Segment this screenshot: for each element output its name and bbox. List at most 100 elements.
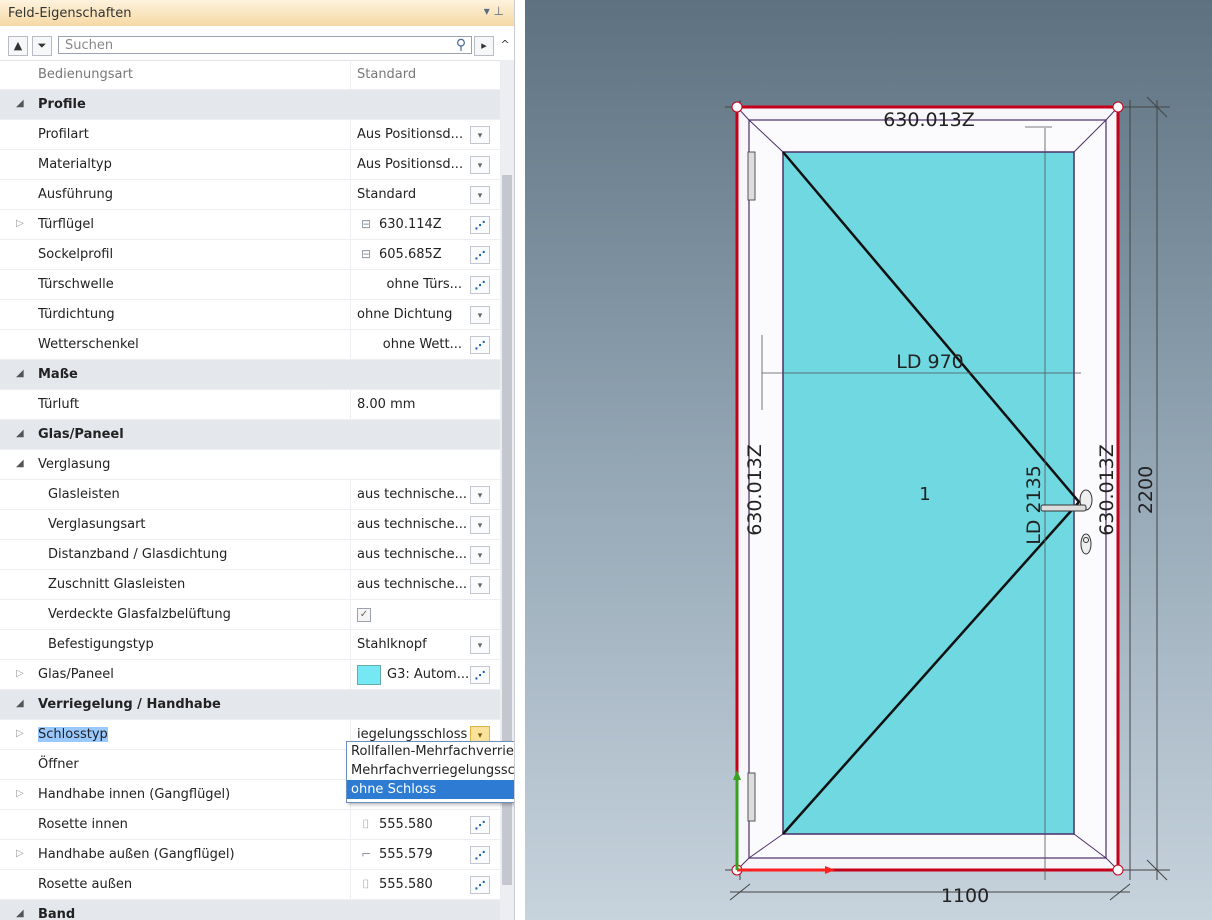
property-name: Maße <box>38 367 78 382</box>
property-row[interactable]: Rosette außen ⌷ 555.580 ⋰ <box>0 870 500 900</box>
picker-button[interactable]: ⋰ <box>470 336 490 354</box>
property-row[interactable]: Türschwelle ohne Türs... ⋰ <box>0 270 500 300</box>
dropdown-option[interactable]: Rollfallen-Mehrfachverriegelungschloss <box>347 742 514 761</box>
property-row[interactable]: Türdichtung ohne Dichtung ▾ <box>0 300 500 330</box>
property-value[interactable]: aus technische... <box>350 480 470 509</box>
picker-button[interactable]: ⋰ <box>470 876 490 894</box>
property-row[interactable]: Zuschnitt Glasleisten aus technische... ▾ <box>0 570 500 600</box>
property-row[interactable]: Ausführung Standard ▾ <box>0 180 500 210</box>
dropdown-option[interactable]: ohne Schloss <box>347 780 514 799</box>
handle-icon: ⌐ <box>360 847 372 861</box>
filter-icon[interactable]: ⏷ <box>32 36 52 56</box>
picker-button[interactable]: ⋰ <box>470 276 490 294</box>
glass-color-swatch <box>357 664 381 685</box>
schlosstyp-dropdown[interactable]: Rollfallen-MehrfachverriegelungschlossMe… <box>346 741 514 803</box>
dropdown-button[interactable]: ▾ <box>470 486 490 504</box>
picker-button[interactable]: ⋰ <box>470 246 490 264</box>
property-value[interactable]: ohne Türs... <box>350 270 470 299</box>
picker-button[interactable]: ⋰ <box>470 816 490 834</box>
expand-icon[interactable]: ▷ <box>16 668 24 679</box>
property-value[interactable]: G3: Autom... <box>350 660 470 689</box>
property-value[interactable]: ✓ <box>350 600 470 629</box>
property-value[interactable]: ⌷ 555.580 <box>350 870 470 899</box>
dropdown-option[interactable]: Mehrfachverriegelungsschloss <box>347 761 514 780</box>
drawing-canvas[interactable]: 630.013Z LD 970 1 1100 630.013Z 630.013Z… <box>525 0 1212 920</box>
search-input[interactable]: Suchen <box>58 36 472 54</box>
property-value[interactable]: aus technische... <box>350 570 470 599</box>
ld-width-label: LD 970 <box>896 351 964 373</box>
picker-button[interactable]: ⋰ <box>470 846 490 864</box>
property-row[interactable]: Sockelprofil ⊟ 605.685Z ⋰ <box>0 240 500 270</box>
property-row[interactable]: ▷ Handhabe außen (Gangflügel) ⌐ 555.579 ⋰ <box>0 840 500 870</box>
property-value[interactable]: ⊟ 630.114Z <box>350 210 470 239</box>
picker-button[interactable]: ⋰ <box>470 666 490 684</box>
property-name: Handhabe innen (Gangflügel) <box>38 787 231 802</box>
collapse-icon[interactable]: ◢ <box>16 368 24 379</box>
property-name: Wetterschenkel <box>38 337 139 352</box>
property-row[interactable]: Materialtyp Aus Positionsd... ▾ <box>0 150 500 180</box>
property-value[interactable]: ⌐ 555.579 <box>350 840 470 869</box>
property-row[interactable]: Verdeckte Glasfalzbelüftung ✓ <box>0 600 500 630</box>
collapse-icon[interactable]: ◢ <box>16 428 24 439</box>
expand-icon[interactable]: ▷ <box>16 218 24 229</box>
category-row[interactable]: ◢ Maße <box>0 360 500 390</box>
collapse-all-button[interactable]: ▲ <box>8 36 28 56</box>
property-row[interactable]: Türluft 8.00 mm <box>0 390 500 420</box>
property-value[interactable]: ohne Wett... <box>350 330 470 359</box>
picker-button[interactable]: ⋰ <box>470 216 490 234</box>
property-name: Verglasungsart <box>48 517 146 532</box>
property-row[interactable]: Profilart Aus Positionsd... ▾ <box>0 120 500 150</box>
property-value[interactable]: Standard <box>350 60 470 89</box>
property-row[interactable]: Glasleisten aus technische... ▾ <box>0 480 500 510</box>
property-row[interactable]: Befestigungstyp Stahlknopf ▾ <box>0 630 500 660</box>
dropdown-button[interactable]: ▾ <box>470 126 490 144</box>
collapse-icon[interactable]: ◢ <box>16 98 24 109</box>
collapse-icon[interactable]: ◢ <box>16 908 24 919</box>
dropdown-button[interactable]: ▾ <box>470 636 490 654</box>
search-next-button[interactable]: ▸ <box>474 36 494 56</box>
property-row[interactable]: ▷ Türflügel ⊟ 630.114Z ⋰ <box>0 210 500 240</box>
collapse-icon[interactable]: ◢ <box>16 698 24 709</box>
scroll-up-icon[interactable]: ^ <box>496 36 514 54</box>
expand-icon[interactable]: ▷ <box>16 728 24 739</box>
category-row[interactable]: ◢ Verriegelung / Handhabe <box>0 690 500 720</box>
dropdown-button[interactable]: ▾ <box>470 576 490 594</box>
category-row[interactable]: ◢ Band <box>0 900 500 920</box>
dropdown-button[interactable]: ▾ <box>470 156 490 174</box>
property-value[interactable]: Standard <box>350 180 470 209</box>
property-row[interactable]: ◢ Verglasung <box>0 450 500 480</box>
dropdown-button[interactable]: ▾ <box>470 186 490 204</box>
expand-icon[interactable]: ▷ <box>16 848 24 859</box>
property-row[interactable]: Verglasungsart aus technische... ▾ <box>0 510 500 540</box>
property-name: Profile <box>38 97 86 112</box>
property-row[interactable]: ▷ Glas/Paneel G3: Autom... ⋰ <box>0 660 500 690</box>
property-value-text: iegelungsschloss <box>357 727 468 742</box>
dropdown-button[interactable]: ▾ <box>470 546 490 564</box>
property-row[interactable]: Distanzband / Glasdichtung aus technische… <box>0 540 500 570</box>
category-row[interactable]: ◢ Profile <box>0 90 500 120</box>
search-icon[interactable]: ⚲ <box>452 36 470 54</box>
property-value[interactable]: ohne Dichtung <box>350 300 470 329</box>
property-name: Türflügel <box>38 217 95 232</box>
profile-icon: ⊟ <box>360 217 372 231</box>
property-name: Türdichtung <box>38 307 115 322</box>
category-row[interactable]: ◢ Glas/Paneel <box>0 420 500 450</box>
property-value[interactable]: Stahlknopf <box>350 630 470 659</box>
panel-pin-buttons[interactable]: ▾ ⊥ <box>484 4 504 18</box>
property-row[interactable]: Rosette innen ⌷ 555.580 ⋰ <box>0 810 500 840</box>
expand-icon[interactable]: ▷ <box>16 788 24 799</box>
dropdown-button[interactable]: ▾ <box>470 516 490 534</box>
property-row[interactable]: Bedienungsart Standard <box>0 60 500 90</box>
collapse-icon[interactable]: ◢ <box>16 458 24 469</box>
rosette-icon: ⌷ <box>362 877 370 891</box>
property-value[interactable]: ⊟ 605.685Z <box>350 240 470 269</box>
property-value[interactable]: Aus Positionsd... <box>350 120 470 149</box>
property-value[interactable]: aus technische... <box>350 540 470 569</box>
checkbox[interactable]: ✓ <box>357 607 371 622</box>
property-row[interactable]: Wetterschenkel ohne Wett... ⋰ <box>0 330 500 360</box>
property-value[interactable]: aus technische... <box>350 510 470 539</box>
property-value[interactable]: ⌷ 555.580 <box>350 810 470 839</box>
dropdown-button[interactable]: ▾ <box>470 306 490 324</box>
property-value[interactable]: Aus Positionsd... <box>350 150 470 179</box>
property-value[interactable]: 8.00 mm <box>350 390 470 419</box>
